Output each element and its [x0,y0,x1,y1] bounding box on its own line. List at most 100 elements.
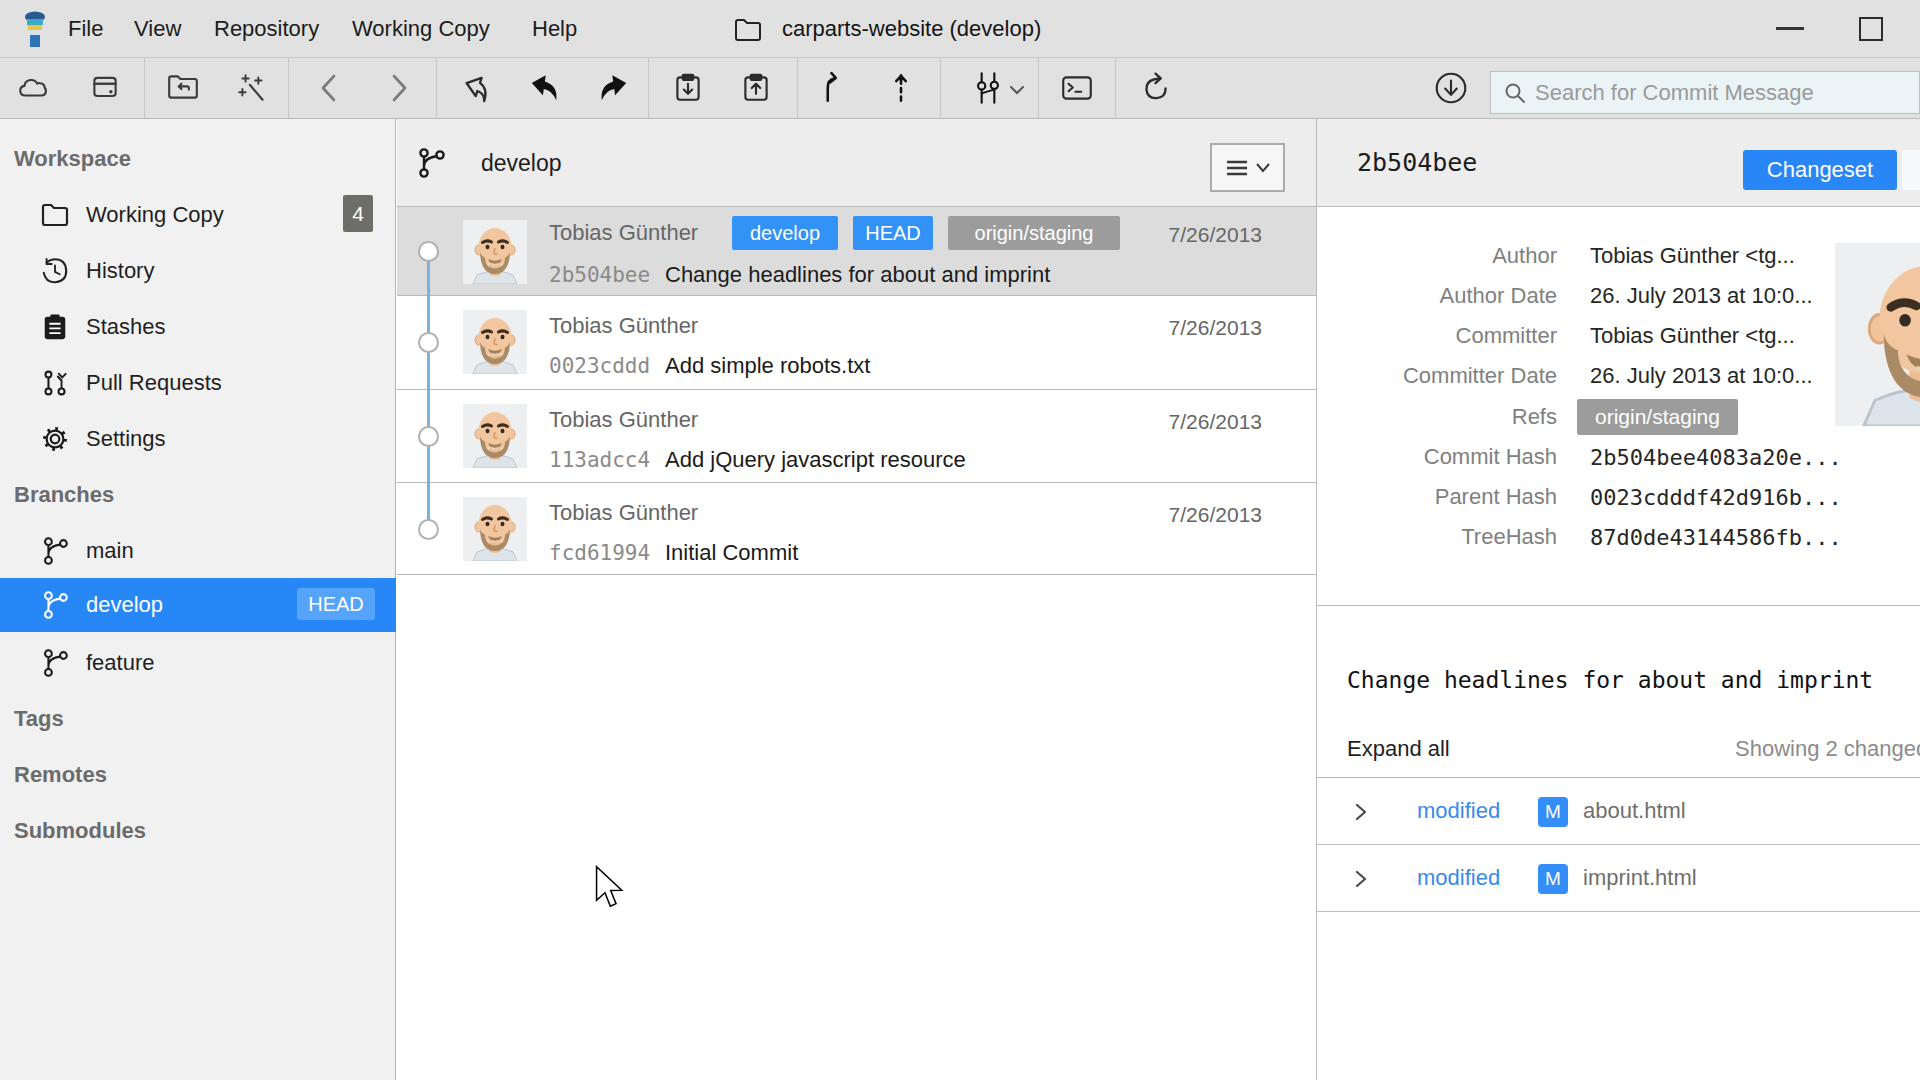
branch-icon [40,589,70,621]
minimize-button[interactable] [1776,27,1804,30]
undo-button[interactable] [523,66,567,110]
sidebar-item-history[interactable]: History [0,244,396,298]
file-name: imprint.html [1583,845,1697,911]
commit-message: Add simple robots.txt [665,353,870,379]
head-badge: HEAD [853,216,933,250]
avatar [463,404,527,468]
branch-icon [40,647,70,679]
menu-view[interactable]: View [132,0,183,57]
share-button[interactable] [453,66,497,110]
sidebar-branch-main[interactable]: main [0,524,396,578]
commit-row[interactable]: Tobias Günther 7/26/2013 fcd61994 Initia… [397,483,1316,575]
hamburger-icon [1225,158,1249,178]
tree-button[interactable] [1902,150,1920,190]
detail-row-refs: Refs origin/staging [1317,397,1920,437]
clipboard-up-icon [739,71,773,105]
commit-node [418,332,439,353]
commit-date: 7/26/2013 [1169,316,1262,340]
sidebar-branch-feature[interactable]: feature [0,636,396,690]
file-row-imprint[interactable]: modified M imprint.html [1317,845,1920,912]
refresh-icon [1139,71,1173,105]
history-clock-icon [40,257,70,285]
commit-author: Tobias Günther [549,500,698,526]
compare-branches-icon [969,70,1007,106]
detail-short-hash: 2b504bee [1357,119,1477,205]
changeset-button[interactable]: Changeset [1743,150,1897,190]
sidebar-header-submodules[interactable]: Submodules [14,818,146,844]
commit-author: Tobias Günther [549,313,698,339]
compare-branches-button[interactable] [966,66,1010,110]
branch-icon [415,145,447,181]
terminal-icon [1059,71,1095,105]
avatar [463,220,527,284]
list-options-button[interactable] [1210,143,1285,192]
sidebar-header-branches: Branches [14,482,114,508]
sidebar-item-pull-requests[interactable]: Pull Requests [0,356,396,410]
fetch-cloud-button[interactable] [11,66,55,110]
working-copy-count-badge: 4 [343,195,373,232]
download-circle-icon [1433,70,1469,106]
sidebar-item-settings[interactable]: Settings [0,412,396,466]
sidebar-item-stashes[interactable]: Stashes [0,300,396,354]
commit-search-box[interactable] [1490,71,1920,114]
redo-button[interactable] [591,66,635,110]
chevron-left-icon [315,71,345,105]
sidebar-item-working-copy[interactable]: Working Copy [0,188,396,242]
cloud-icon [16,71,50,105]
menu-repository[interactable]: Repository [212,0,321,57]
chevron-down-icon [1255,162,1271,174]
stash-icon [40,313,70,341]
commit-row[interactable]: Tobias Günther 7/26/2013 113adcc4 Add jQ… [397,390,1316,483]
commit-list-branch-name: develop [481,119,562,207]
file-row-about[interactable]: modified M about.html [1317,778,1920,845]
showing-changes-label: Showing 2 changed files [1735,736,1920,762]
terminal-button[interactable] [1055,66,1099,110]
detail-row-committer-date: Committer Date 26. July 2013 at 10:0... [1317,356,1920,396]
stash-save-button[interactable] [666,66,710,110]
file-status: modified [1417,778,1500,844]
folder-icon [734,17,762,43]
chevron-right-icon [383,71,413,105]
branch-badge-develop: develop [732,216,838,250]
chevron-down-small-icon[interactable] [1006,82,1028,98]
commit-message: Add jQuery javascript resource [665,447,966,473]
commit-author: Tobias Günther [549,220,698,246]
detail-commit-message: Change headlines for about and imprint [1347,667,1873,693]
chevron-right-icon[interactable] [1352,802,1370,822]
commit-row[interactable]: Tobias Günther 7/26/2013 0023cddd Add si… [397,296,1316,390]
stash-pop-button[interactable] [734,66,778,110]
sidebar-header-tags[interactable]: Tags [14,706,64,732]
download-commits-button[interactable] [1429,66,1473,110]
quick-actions-button[interactable] [231,66,275,110]
search-icon [1503,81,1527,105]
detail-row-tree-hash: TreeHash 87d0de43144586fb... [1317,517,1920,557]
commit-hash: 2b504bee [549,263,650,287]
open-repo-button[interactable] [161,66,205,110]
commit-date: 7/26/2013 [1169,503,1262,527]
head-badge: HEAD [297,588,375,620]
nav-forward-button[interactable] [376,66,420,110]
menu-file[interactable]: File [66,0,105,57]
folder-icon [40,201,70,229]
merge-button[interactable] [810,66,854,110]
chevron-right-icon[interactable] [1352,869,1370,889]
refresh-button[interactable] [1134,66,1178,110]
remote-badge: origin/staging [948,216,1120,250]
maximize-button[interactable] [1859,17,1883,41]
menu-help[interactable]: Help [530,0,579,57]
commit-date: 7/26/2013 [1169,410,1262,434]
expand-all-link[interactable]: Expand all [1347,736,1450,762]
detail-row-author: Author Tobias Günther <tg... [1317,236,1920,276]
commit-message: Change headlines for about and imprint [665,262,1050,288]
search-input[interactable] [1535,80,1895,106]
branch-icon [40,535,70,567]
local-repo-button[interactable] [83,66,127,110]
detail-row-commit-hash: Commit Hash 2b504bee4083a20e... [1317,437,1920,477]
menu-working-copy[interactable]: Working Copy [350,0,492,57]
nav-back-button[interactable] [308,66,352,110]
menu-bar: File View Repository Working Copy Help c… [0,0,1920,58]
commit-row[interactable]: Tobias Günther develop HEAD origin/stagi… [397,207,1316,296]
rebase-button[interactable] [879,66,923,110]
window-title: carparts-website (develop) [782,0,1041,57]
sidebar-header-remotes[interactable]: Remotes [14,762,107,788]
